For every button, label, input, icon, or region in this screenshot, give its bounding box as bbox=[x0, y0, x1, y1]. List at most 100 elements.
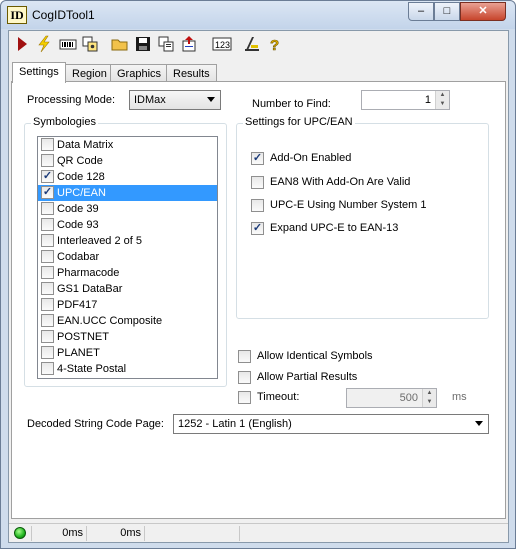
list-item[interactable]: ✓ Code 128 bbox=[38, 169, 217, 185]
list-item[interactable]: PDF417 bbox=[38, 297, 217, 313]
run-icon[interactable] bbox=[13, 35, 31, 53]
list-item[interactable]: EAN.UCC Composite bbox=[38, 313, 217, 329]
spin-down-icon[interactable]: ▼ bbox=[423, 398, 436, 407]
checkbox[interactable] bbox=[41, 298, 54, 311]
list-item-label: EAN.UCC Composite bbox=[57, 315, 163, 327]
checkbox-checked[interactable]: ✓ bbox=[41, 186, 54, 199]
checkbox[interactable] bbox=[251, 199, 264, 212]
checkbox[interactable] bbox=[41, 250, 54, 263]
ean8-addon-checkbox[interactable]: EAN8 With Add-On Are Valid bbox=[251, 175, 410, 191]
checkbox-label: UPC-E Using Number System 1 bbox=[270, 199, 427, 211]
list-item[interactable]: Code 39 bbox=[38, 201, 217, 217]
spin-buttons[interactable]: ▲ ▼ bbox=[422, 389, 436, 407]
open-folder-icon[interactable] bbox=[111, 35, 129, 53]
timeout-unit: ms bbox=[452, 391, 467, 403]
checkbox[interactable] bbox=[41, 330, 54, 343]
checkbox[interactable] bbox=[41, 346, 54, 359]
spin-buttons[interactable]: ▲ ▼ bbox=[435, 91, 449, 109]
spin-down-icon[interactable]: ▼ bbox=[436, 100, 449, 109]
list-item-label: Code 39 bbox=[57, 203, 99, 215]
maximize-button[interactable]: □ bbox=[434, 2, 460, 21]
checkbox[interactable] bbox=[238, 371, 251, 384]
minimize-button[interactable]: ‒ bbox=[408, 2, 434, 21]
list-item[interactable]: Data Matrix bbox=[38, 137, 217, 153]
spin-up-icon[interactable]: ▲ bbox=[436, 91, 449, 100]
upc-settings-title: Settings for UPC/EAN bbox=[243, 116, 355, 128]
train-icon[interactable] bbox=[243, 35, 261, 53]
checkbox[interactable] bbox=[41, 154, 54, 167]
list-item[interactable]: Code 93 bbox=[38, 217, 217, 233]
list-item[interactable]: POSTNET bbox=[38, 329, 217, 345]
allow-identical-checkbox[interactable]: Allow Identical Symbols bbox=[238, 349, 373, 365]
list-item[interactable]: Pharmacode bbox=[38, 265, 217, 281]
checkbox[interactable] bbox=[41, 234, 54, 247]
checkbox-label: Expand UPC-E to EAN-13 bbox=[270, 222, 399, 234]
status-led-icon bbox=[14, 527, 26, 539]
list-item-label: PDF417 bbox=[57, 299, 98, 311]
copy-icon[interactable] bbox=[157, 35, 175, 53]
spin-up-icon[interactable]: ▲ bbox=[423, 389, 436, 398]
checkbox[interactable] bbox=[251, 176, 264, 189]
list-item[interactable]: PLANET bbox=[38, 345, 217, 361]
list-item[interactable]: 4-State Postal bbox=[38, 361, 217, 377]
checkbox-checked[interactable]: ✓ bbox=[41, 170, 54, 183]
list-item-label: Code 93 bbox=[57, 219, 99, 231]
checkbox[interactable] bbox=[41, 218, 54, 231]
checkbox-checked[interactable]: ✓ bbox=[251, 152, 264, 165]
help-icon[interactable]: ? bbox=[266, 35, 284, 55]
list-item-label: GS1 DataBar bbox=[57, 283, 123, 295]
tab-region[interactable]: Region bbox=[65, 64, 114, 82]
list-item-label: Interleaved 2 of 5 bbox=[57, 235, 143, 247]
barcode-icon[interactable] bbox=[59, 35, 77, 53]
close-button[interactable]: ✕ bbox=[460, 2, 506, 21]
timeout-checkbox[interactable]: Timeout: bbox=[238, 390, 299, 406]
save-icon[interactable] bbox=[134, 35, 152, 53]
checkbox[interactable] bbox=[41, 362, 54, 375]
tab-results[interactable]: Results bbox=[166, 64, 217, 82]
list-item-label: Pharmacode bbox=[57, 267, 120, 279]
allow-partial-checkbox[interactable]: Allow Partial Results bbox=[238, 370, 357, 386]
list-item[interactable]: Interleaved 2 of 5 bbox=[38, 233, 217, 249]
chevron-down-icon bbox=[475, 421, 483, 426]
list-item-label: PLANET bbox=[57, 347, 100, 359]
list-item[interactable]: Codabar bbox=[38, 249, 217, 265]
checkbox[interactable] bbox=[41, 202, 54, 215]
checkbox[interactable] bbox=[238, 350, 251, 363]
checkbox-label: EAN8 With Add-On Are Valid bbox=[270, 176, 411, 188]
symbologies-list[interactable]: Data Matrix QR Code ✓ Code 128 ✓ UPC/EAN C… bbox=[37, 136, 218, 379]
list-item[interactable]: QR Code bbox=[38, 153, 217, 169]
list-item[interactable]: GS1 DataBar bbox=[38, 281, 217, 297]
import-icon[interactable] bbox=[180, 35, 198, 53]
processing-mode-select[interactable]: IDMax bbox=[129, 90, 221, 110]
status-cell-3 bbox=[144, 526, 239, 541]
number-to-find-label: Number to Find: bbox=[252, 98, 331, 110]
number-to-find-stepper[interactable]: 1 ▲ ▼ bbox=[361, 90, 450, 110]
svg-text:123: 123 bbox=[215, 40, 230, 50]
checkbox[interactable] bbox=[41, 282, 54, 295]
svg-text:?: ? bbox=[270, 37, 279, 53]
checkbox[interactable] bbox=[41, 314, 54, 327]
checkbox[interactable] bbox=[41, 266, 54, 279]
code-page-value: 1252 - Latin 1 (English) bbox=[178, 418, 292, 430]
expand-upce-checkbox[interactable]: ✓ Expand UPC-E to EAN-13 bbox=[251, 221, 398, 237]
list-item-label: UPC/EAN bbox=[57, 187, 106, 199]
checkbox[interactable] bbox=[238, 391, 251, 404]
tab-graphics[interactable]: Graphics bbox=[110, 64, 169, 82]
settings-icon[interactable] bbox=[81, 35, 99, 53]
list-item-label: 4-State Postal bbox=[57, 363, 127, 375]
checkbox-checked[interactable]: ✓ bbox=[251, 222, 264, 235]
timeout-stepper[interactable]: 500 ▲ ▼ bbox=[346, 388, 437, 408]
app-icon: ID bbox=[7, 6, 27, 24]
title-bar[interactable]: ID CogIDTool1 ‒ □ ✕ bbox=[1, 1, 515, 29]
client-area: 123 ? Settings Region Graphics Results P… bbox=[8, 30, 509, 543]
checkbox-label: Add-On Enabled bbox=[270, 152, 352, 164]
list-item-selected[interactable]: ✓ UPC/EAN bbox=[38, 185, 217, 201]
checkbox[interactable] bbox=[41, 138, 54, 151]
add-on-enabled-checkbox[interactable]: ✓ Add-On Enabled bbox=[251, 151, 351, 167]
upce-system1-checkbox[interactable]: UPC-E Using Number System 1 bbox=[251, 198, 427, 214]
tab-settings[interactable]: Settings bbox=[12, 62, 66, 83]
code-page-select[interactable]: 1252 - Latin 1 (English) bbox=[173, 414, 489, 434]
numeric-icon[interactable]: 123 bbox=[212, 35, 232, 53]
status-bar: 0ms 0ms bbox=[9, 523, 508, 542]
lightning-icon[interactable] bbox=[35, 35, 53, 53]
